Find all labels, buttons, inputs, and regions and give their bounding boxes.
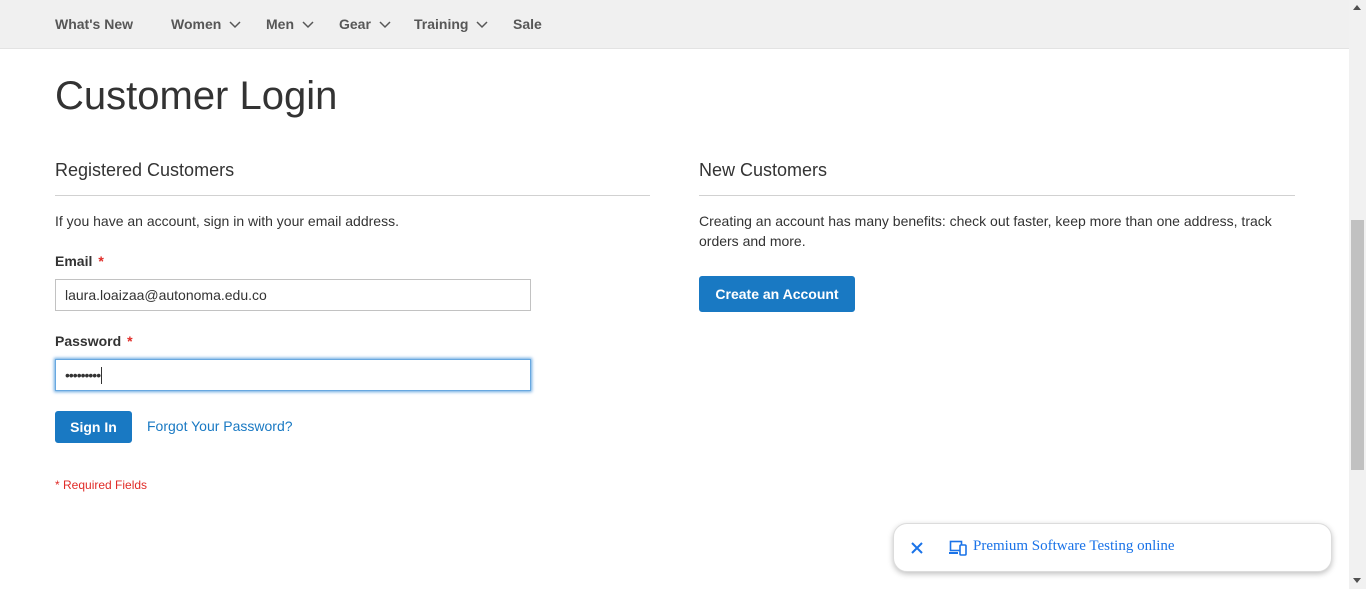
nav-item-label: Sale <box>513 16 542 32</box>
email-label: Email * <box>55 251 104 271</box>
password-label: Password * <box>55 331 133 351</box>
sign-in-intro-text: If you have an account, sign in with you… <box>55 213 399 229</box>
password-field[interactable]: ••••••••• <box>55 359 531 391</box>
page-title: Customer Login <box>55 74 338 118</box>
new-customers-title: New Customers <box>699 160 828 180</box>
top-navigation: What's New Women Men Gear Training Sale <box>0 0 1349 49</box>
scrollbar-thumb[interactable] <box>1351 220 1364 470</box>
nav-item-training[interactable]: Training <box>414 0 488 48</box>
promo-banner: Premium Software Testing online <box>893 523 1332 572</box>
nav-item-men[interactable]: Men <box>266 0 314 48</box>
password-field-value: ••••••••• <box>65 367 101 383</box>
registered-customers-title: Registered Customers <box>55 160 235 180</box>
create-account-button[interactable]: Create an Account <box>699 276 855 312</box>
email-label-text: Email <box>55 253 93 269</box>
nav-item-sale[interactable]: Sale <box>513 0 542 48</box>
nav-item-label: Training <box>414 16 469 32</box>
new-customers-description: Creating an account has many benefits: c… <box>699 213 1272 249</box>
vertical-scrollbar[interactable] <box>1349 0 1366 589</box>
chevron-down-icon <box>302 18 314 30</box>
text-caret <box>101 366 103 384</box>
required-marker: * <box>127 333 133 349</box>
nav-item-label: Gear <box>339 16 371 32</box>
create-account-button-label: Create an Account <box>715 286 839 302</box>
sign-in-button-label: Sign In <box>70 419 117 435</box>
nav-item-women[interactable]: Women <box>171 0 241 48</box>
required-marker: * <box>98 253 104 269</box>
chevron-down-icon <box>379 18 391 30</box>
chevron-down-icon <box>476 18 488 30</box>
section-divider <box>699 195 1295 196</box>
nav-item-whats-new[interactable]: What's New <box>55 0 133 48</box>
nav-item-label: Men <box>266 16 294 32</box>
email-field[interactable]: laura.loaizaa@autonoma.edu.co <box>55 279 531 311</box>
password-label-text: Password <box>55 333 122 349</box>
close-icon[interactable] <box>909 540 925 556</box>
email-field-value: laura.loaizaa@autonoma.edu.co <box>65 287 267 303</box>
promo-link[interactable]: Premium Software Testing online <box>973 538 1175 555</box>
nav-item-gear[interactable]: Gear <box>339 0 391 48</box>
section-divider <box>55 195 650 196</box>
nav-item-label: Women <box>171 16 222 32</box>
scroll-down-icon[interactable] <box>1353 578 1361 583</box>
devices-icon <box>949 540 967 556</box>
scroll-up-icon[interactable] <box>1353 5 1361 10</box>
forgot-password-link[interactable]: Forgot Your Password? <box>147 418 293 434</box>
chevron-down-icon <box>229 18 241 30</box>
required-fields-note: * Required Fields <box>55 478 148 492</box>
sign-in-button[interactable]: Sign In <box>55 411 132 443</box>
nav-item-label: What's New <box>55 16 134 32</box>
